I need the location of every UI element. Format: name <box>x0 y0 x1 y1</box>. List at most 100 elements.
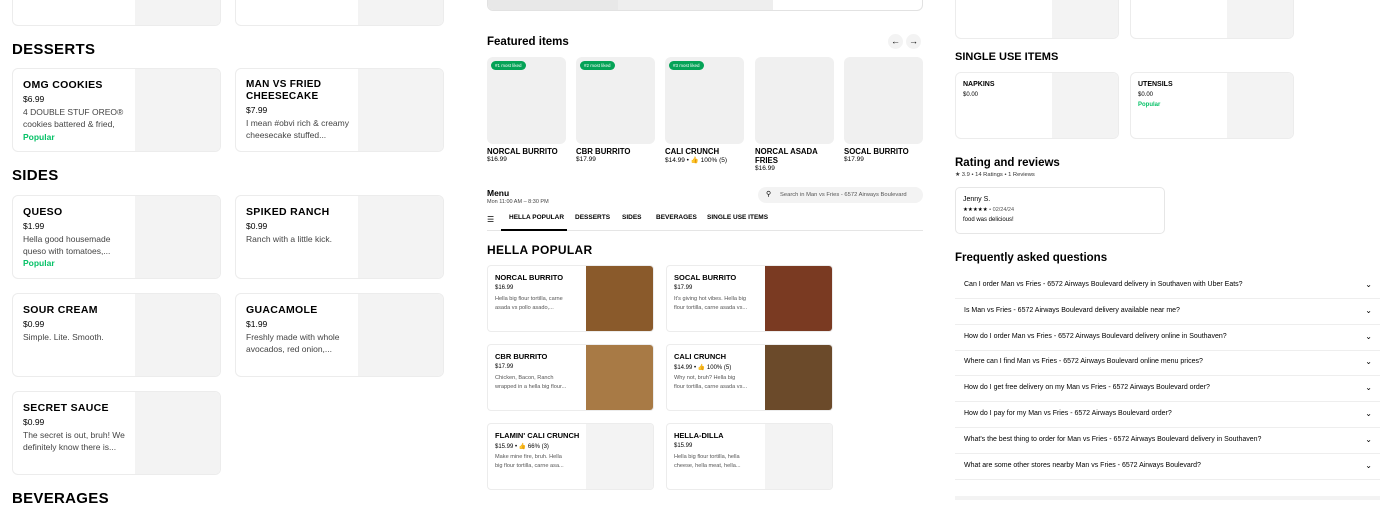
featured-item-image[interactable]: #3 most liked <box>665 57 744 144</box>
tab-single-use-items[interactable]: SINGLE USE ITEMS <box>707 214 768 221</box>
faq-item[interactable]: Can I order Man vs Fries - 6572 Airways … <box>955 273 1380 299</box>
item-name: SOCAL BURRITO <box>674 273 737 282</box>
item-price: $1.99 <box>23 221 45 231</box>
item-image <box>135 196 220 278</box>
review-card[interactable]: Jenny S. ★★★★★ • 02/24/24 food was delic… <box>955 187 1165 234</box>
menu-item-card[interactable]: HELLA-DILLA $15.99 Hella big flour tortill… <box>666 423 833 490</box>
popular-badge: Popular <box>1138 102 1161 108</box>
rating-summary: ★ 3.9 • 14 Ratings • 1 Reviews <box>955 172 1035 178</box>
menu-item-queso[interactable]: QUESO $1.99 Hella good housemade queso wi… <box>12 195 221 279</box>
chevron-down-icon: ⌄ <box>1365 280 1372 289</box>
next-arrow-button[interactable]: → <box>906 34 921 49</box>
review-rating: ★★★★★ • 02/24/24 <box>963 207 1014 213</box>
menu-item-guacamole[interactable]: GUACAMOLE $1.99 Freshly made with whole a… <box>235 293 444 377</box>
most-liked-badge: #1 most liked <box>491 61 526 70</box>
item-name: UTENSILS <box>1138 81 1173 88</box>
search-icon: ⚲ <box>766 191 772 198</box>
menu-item-card[interactable]: FLAMIN' CALI CRUNCH $15.99 • 👍 66% (3) Mak… <box>487 423 654 490</box>
featured-item-name: SOCAL BURRITO <box>844 147 909 156</box>
faq-question: Where can I find Man vs Fries - 6572 Air… <box>964 358 1203 366</box>
item-image <box>135 294 220 376</box>
menu-item-utensils[interactable]: UTENSILS $0.00 Popular <box>1130 72 1294 139</box>
active-tab-indicator <box>501 229 567 231</box>
item-description: Hella big flour tortilla, carne asada vs … <box>495 296 563 311</box>
item-image <box>135 392 220 474</box>
item-description: Hella big flour tortilla, hella cheese, h… <box>674 454 741 469</box>
faq-question: What are some other stores nearby Man vs… <box>964 461 1201 469</box>
item-description: Ranch with a little kick. <box>246 234 332 244</box>
faq-question: How do I get free delivery on my Man vs … <box>964 384 1210 392</box>
item-image <box>358 196 443 278</box>
tab-beverages[interactable]: BEVERAGES <box>656 214 697 221</box>
featured-item-price: $14.99 • 👍 100% (5) <box>665 157 728 164</box>
section-title-hella-popular: HELLA POPULAR <box>487 243 593 257</box>
featured-item-name: CBR BURRITO <box>576 147 631 156</box>
item-price: $0.99 <box>23 417 45 427</box>
chevron-down-icon: ⌄ <box>1365 434 1372 444</box>
item-price: $0.99 <box>246 221 268 231</box>
faq-question: Is Man vs Fries - 6572 Airways Boulevard… <box>964 306 1180 314</box>
menu-title: Menu <box>487 188 510 198</box>
featured-item-price: $17.99 <box>576 156 596 163</box>
prev-arrow-button[interactable]: ← <box>888 34 903 49</box>
item-price: $6.99 <box>23 94 45 104</box>
menu-item-spiked-ranch[interactable]: SPIKED RANCH $0.99 Ranch with a little k… <box>235 195 444 279</box>
tab-desserts[interactable]: DESSERTS <box>575 214 610 221</box>
popular-badge: Popular <box>23 132 55 142</box>
top-left-card-2[interactable] <box>235 0 444 26</box>
item-price: $17.99 <box>674 285 693 291</box>
menu-item-card[interactable]: SOCAL BURRITO $17.99 It's giving hot vibes… <box>666 265 833 332</box>
item-name: OMG COOKIES <box>23 79 103 91</box>
tab-hella-popular[interactable]: HELLA POPULAR <box>509 214 564 221</box>
menu-item-secret-sauce[interactable]: SECRET SAUCE $0.99 The secret is out, br… <box>12 391 221 475</box>
top-left-card-1[interactable] <box>12 0 221 26</box>
tab-sides[interactable]: SIDES <box>622 214 642 221</box>
most-liked-badge: #2 most liked <box>580 61 615 70</box>
featured-item-image[interactable]: #2 most liked <box>576 57 655 144</box>
faq-item[interactable]: What's the best thing to order for Man v… <box>955 428 1380 454</box>
chevron-down-icon: ⌄ <box>1365 331 1372 341</box>
faq-item[interactable]: How do I pay for my Man vs Fries - 6572 … <box>955 402 1380 428</box>
faq-item[interactable]: How do I get free delivery on my Man vs … <box>955 376 1380 403</box>
item-name: CBR BURRITO <box>495 352 548 361</box>
faq-item[interactable]: Is Man vs Fries - 6572 Airways Boulevard… <box>955 299 1380 325</box>
bottom-divider <box>955 496 1380 500</box>
menu-item-card[interactable]: NORCAL BURRITO $16.99 Hella big flour tort… <box>487 265 654 332</box>
chevron-down-icon: ⌄ <box>1365 409 1372 418</box>
menu-hours: Mon 11:00 AM – 8:30 PM <box>487 199 549 205</box>
menu-item-card[interactable]: CALI CRUNCH $14.99 • 👍 100% (5) Why not, b… <box>666 344 833 411</box>
top-info-bar <box>487 0 923 11</box>
top-right-card-1[interactable] <box>955 0 1119 39</box>
menu-item-card[interactable]: CBR BURRITO $17.99 Chicken, Bacon, Ranch wr… <box>487 344 654 411</box>
item-image <box>586 266 653 331</box>
review-date: • 02/24/24 <box>987 207 1015 213</box>
most-liked-badge: #3 most liked <box>669 61 704 70</box>
arrow-right-icon: → <box>909 36 918 46</box>
faq-item[interactable]: Where can I find Man vs Fries - 6572 Air… <box>955 350 1380 377</box>
item-image <box>586 424 653 489</box>
item-description: Freshly made with whole avocados, red oni… <box>246 332 340 354</box>
featured-item-image[interactable] <box>755 57 834 144</box>
item-price: $17.99 <box>495 364 514 370</box>
featured-item-name: NORCAL BURRITO <box>487 147 558 156</box>
item-description: It's giving hot vibes. Hella big flour to… <box>674 296 748 311</box>
menu-item-napkins[interactable]: NAPKINS $0.00 <box>955 72 1119 139</box>
faq-item[interactable]: How do I order Man vs Fries - 6572 Airwa… <box>955 325 1380 351</box>
faq-item[interactable]: What are some other stores nearby Man vs… <box>955 454 1380 480</box>
menu-list-icon[interactable]: ☰ <box>487 215 494 224</box>
menu-search-input[interactable]: ⚲ Search in Man vs Fries - 6572 Airways … <box>758 187 923 203</box>
featured-item-image[interactable]: #1 most liked <box>487 57 566 144</box>
item-price: $16.99 <box>495 285 514 291</box>
menu-item-omg-cookies[interactable]: OMG COOKIES $6.99 4 DOUBLE STUF OREO® coo… <box>12 68 221 152</box>
item-name: HELLA-DILLA <box>674 431 724 440</box>
featured-item-image[interactable] <box>844 57 923 144</box>
menu-item-sour-cream[interactable]: SOUR CREAM $0.99 Simple. Lite. Smooth. <box>12 293 221 377</box>
item-description: Chicken, Bacon, Ranch wrapped in a hella … <box>495 375 567 390</box>
top-right-card-2[interactable] <box>1130 0 1294 39</box>
item-price: $15.99 • 👍 66% (3) <box>495 444 549 450</box>
item-image <box>1052 73 1118 138</box>
item-name: GUACAMOLE <box>246 304 318 316</box>
menu-item-fried-cheesecake[interactable]: MAN VS FRIED CHEESECAKE $7.99 I mean #obv… <box>235 68 444 152</box>
faq-question: What's the best thing to order for Man v… <box>964 435 1262 443</box>
item-image <box>765 345 832 410</box>
